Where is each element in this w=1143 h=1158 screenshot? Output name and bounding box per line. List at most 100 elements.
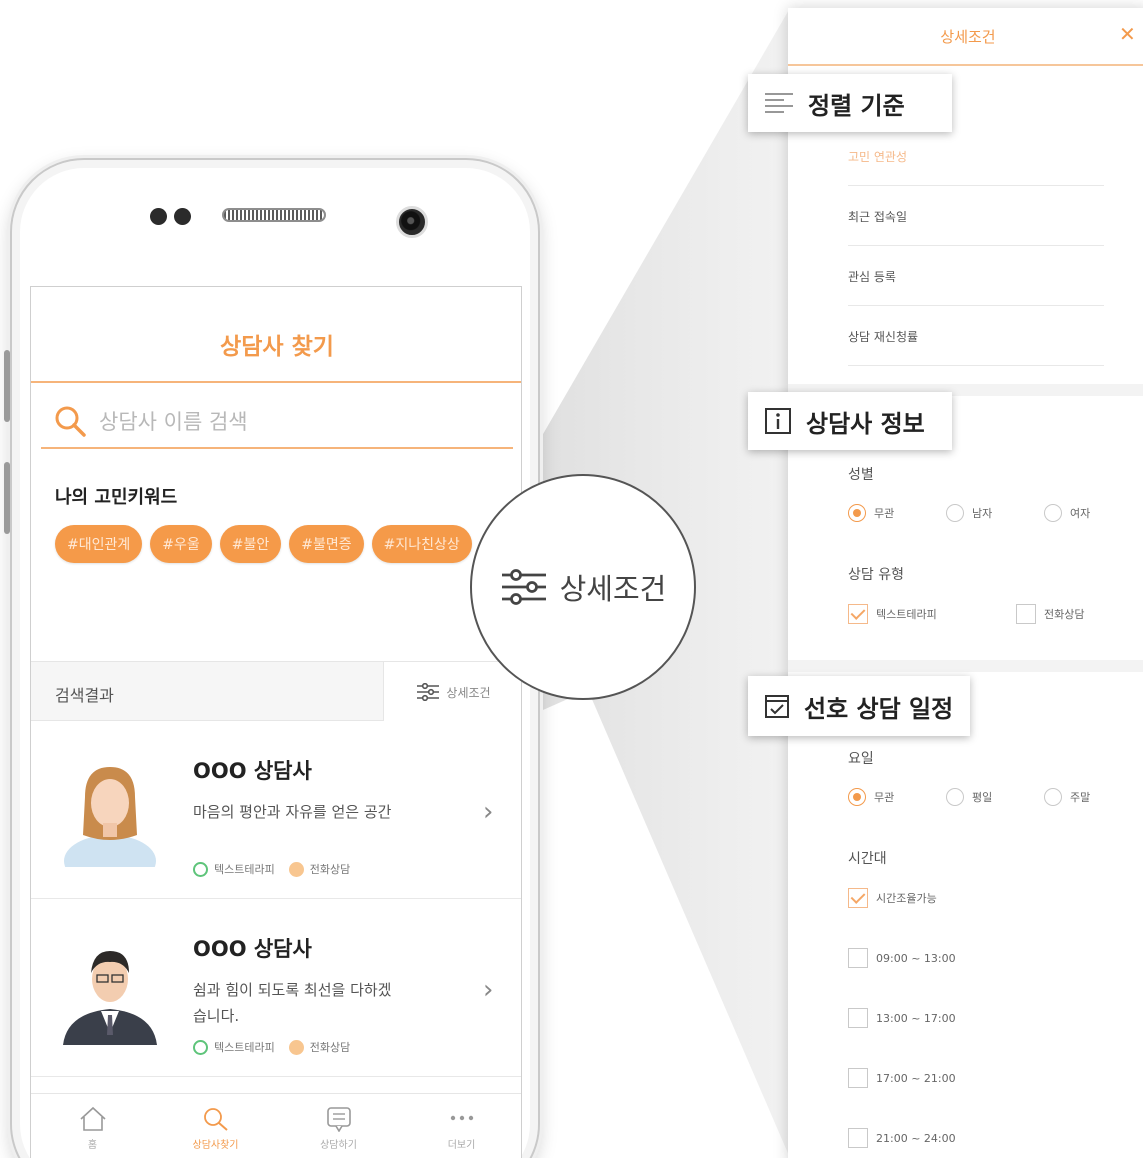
option-label: 무관 xyxy=(874,507,895,520)
radio-button[interactable] xyxy=(848,788,866,806)
filter-button-label: 상세조건 xyxy=(446,685,491,700)
sort-option[interactable]: 관심 등록 xyxy=(848,246,1104,306)
close-icon[interactable]: ✕ xyxy=(1119,22,1136,46)
tag-label: 전화상담 xyxy=(309,863,351,876)
keyword-chip[interactable]: #지나친상상 xyxy=(371,525,472,563)
phone-icon xyxy=(288,1039,304,1055)
option-label: 13:00 ~ 17:00 xyxy=(876,1011,956,1025)
tag-label: 전화상담 xyxy=(309,1041,351,1054)
section-heading: 정렬 기준 xyxy=(808,91,905,120)
time-option[interactable]: 시간조율가능 xyxy=(848,888,937,908)
keyword-chip[interactable]: #불안 xyxy=(219,525,282,563)
radio-button[interactable] xyxy=(946,788,964,806)
detail-filter-button[interactable]: 상세조건 xyxy=(383,662,521,722)
day-option[interactable]: 평일 xyxy=(946,788,992,806)
option-label: 21:00 ~ 24:00 xyxy=(876,1131,956,1145)
tab-more[interactable]: 더보기 xyxy=(400,1094,521,1158)
tab-label: 상담하기 xyxy=(320,1140,357,1151)
keyword-chip[interactable]: #불면증 xyxy=(289,525,364,563)
time-option[interactable]: 21:00 ~ 24:00 xyxy=(848,1128,956,1148)
keyword-chips: #대인관계 #우울 #불안 #불면증 #지나친상상 xyxy=(55,525,505,563)
keyword-chip[interactable]: #대인관계 xyxy=(55,525,143,563)
type-label: 상담 유형 xyxy=(848,567,904,583)
chevron-right-icon: › xyxy=(483,797,494,827)
panel-title: 상세조건 xyxy=(940,28,996,46)
phone-icon xyxy=(288,861,304,877)
counselor-avatar xyxy=(63,951,157,1045)
counselor-card[interactable]: OOO 상담사 쉼과 힘이 되도록 최선을 다하겠습니다. 텍스트테라피 전화상… xyxy=(31,899,521,1077)
radio-button[interactable] xyxy=(848,504,866,522)
checkbox[interactable] xyxy=(848,948,868,968)
results-bar: 검색결과 상세조건 xyxy=(31,661,521,722)
search-input[interactable]: 상담사 이름 검색 xyxy=(99,406,248,436)
results-label: 검색결과 xyxy=(55,686,114,705)
day-option[interactable]: 무관 xyxy=(848,788,894,806)
zoom-magnifier: 상세조건 xyxy=(470,474,696,700)
time-option[interactable]: 09:00 ~ 13:00 xyxy=(848,948,956,968)
tab-home[interactable]: 홈 xyxy=(31,1094,154,1158)
counselor-desc: 쉼과 힘이 되도록 최선을 다하겠습니다. xyxy=(193,981,392,1025)
page-title: 상담사 찾기 xyxy=(220,334,334,360)
tag-label: 텍스트테라피 xyxy=(214,1041,275,1054)
counselor-avatar xyxy=(64,767,156,867)
option-label: 무관 xyxy=(874,791,895,804)
type-option[interactable]: 텍스트테라피 xyxy=(848,604,937,624)
text-therapy-icon xyxy=(193,861,208,877)
option-label: 남자 xyxy=(972,507,993,520)
chevron-right-icon: › xyxy=(483,975,494,1005)
volume-button xyxy=(4,350,10,422)
checkbox[interactable] xyxy=(848,1008,868,1028)
type-option[interactable]: 전화상담 xyxy=(1016,604,1084,624)
option-label: 여자 xyxy=(1070,507,1091,520)
search-icon xyxy=(203,1108,228,1131)
gender-label: 성별 xyxy=(848,467,874,483)
info-icon xyxy=(765,408,791,434)
keyword-chip[interactable]: #우울 xyxy=(150,525,212,563)
sort-option[interactable]: 상담 재신청률 xyxy=(848,306,1104,366)
gender-option[interactable]: 여자 xyxy=(1044,504,1090,522)
earpiece-speaker xyxy=(222,208,326,222)
section-heading: 선호 상담 일정 xyxy=(804,694,954,723)
bottom-tab-bar: 홈 상담사찾기 상담하기 더보기 xyxy=(31,1093,521,1158)
search-bar[interactable]: 상담사 이름 검색 xyxy=(41,395,513,449)
gender-option[interactable]: 남자 xyxy=(946,504,992,522)
app-screen: 상담사 찾기 상담사 이름 검색 나의 고민키워드 #대인관계 #우울 #불안 … xyxy=(30,286,522,1158)
keywords-title: 나의 고민키워드 xyxy=(55,487,178,508)
counselor-tags: 텍스트테라피 전화상담 xyxy=(193,861,350,877)
radio-button[interactable] xyxy=(1044,504,1062,522)
option-label: 텍스트테라피 xyxy=(876,608,937,621)
detail-filter-panel: 상세조건 ✕ 고민 연관성 최근 접속일 관심 등록 상담 재신청률 성별 무관… xyxy=(788,8,1143,1158)
sort-option[interactable]: 최근 접속일 xyxy=(848,186,1104,246)
section-divider xyxy=(788,660,1143,672)
front-camera xyxy=(396,206,428,238)
checkbox[interactable] xyxy=(848,1128,868,1148)
checkbox[interactable] xyxy=(1016,604,1036,624)
text-therapy-icon xyxy=(193,1039,208,1055)
magnifier-label: 상세조건 xyxy=(559,572,667,606)
time-option[interactable]: 17:00 ~ 21:00 xyxy=(848,1068,956,1088)
checkbox[interactable] xyxy=(848,888,868,908)
day-option[interactable]: 주말 xyxy=(1044,788,1090,806)
tab-label: 상담사찾기 xyxy=(192,1140,239,1151)
title-divider xyxy=(31,381,521,383)
filter-sliders-icon xyxy=(501,569,546,605)
counselor-tags: 텍스트테라피 전화상담 xyxy=(193,1039,350,1055)
radio-button[interactable] xyxy=(1044,788,1062,806)
option-label: 전화상담 xyxy=(1044,608,1085,621)
stage: 상담사 찾기 상담사 이름 검색 나의 고민키워드 #대인관계 #우울 #불안 … xyxy=(0,0,1143,1158)
checkbox[interactable] xyxy=(848,1068,868,1088)
tab-consult[interactable]: 상담하기 xyxy=(277,1094,400,1158)
gender-option[interactable]: 무관 xyxy=(848,504,894,522)
counselor-card[interactable]: OOO 상담사 마음의 평안과 자유를 얻은 공간 텍스트테라피 전화상담 › xyxy=(31,721,521,899)
radio-button[interactable] xyxy=(946,504,964,522)
day-label: 요일 xyxy=(848,751,874,767)
tab-find-counselor[interactable]: 상담사찾기 xyxy=(154,1094,277,1158)
search-icon xyxy=(55,406,86,437)
more-icon xyxy=(450,1115,473,1121)
sort-option[interactable]: 고민 연관성 xyxy=(848,126,1104,186)
checkbox[interactable] xyxy=(848,604,868,624)
option-label: 17:00 ~ 21:00 xyxy=(876,1071,956,1085)
sensor-dot xyxy=(150,208,167,225)
time-option[interactable]: 13:00 ~ 17:00 xyxy=(848,1008,956,1028)
counselor-name: OOO 상담사 xyxy=(193,937,312,961)
